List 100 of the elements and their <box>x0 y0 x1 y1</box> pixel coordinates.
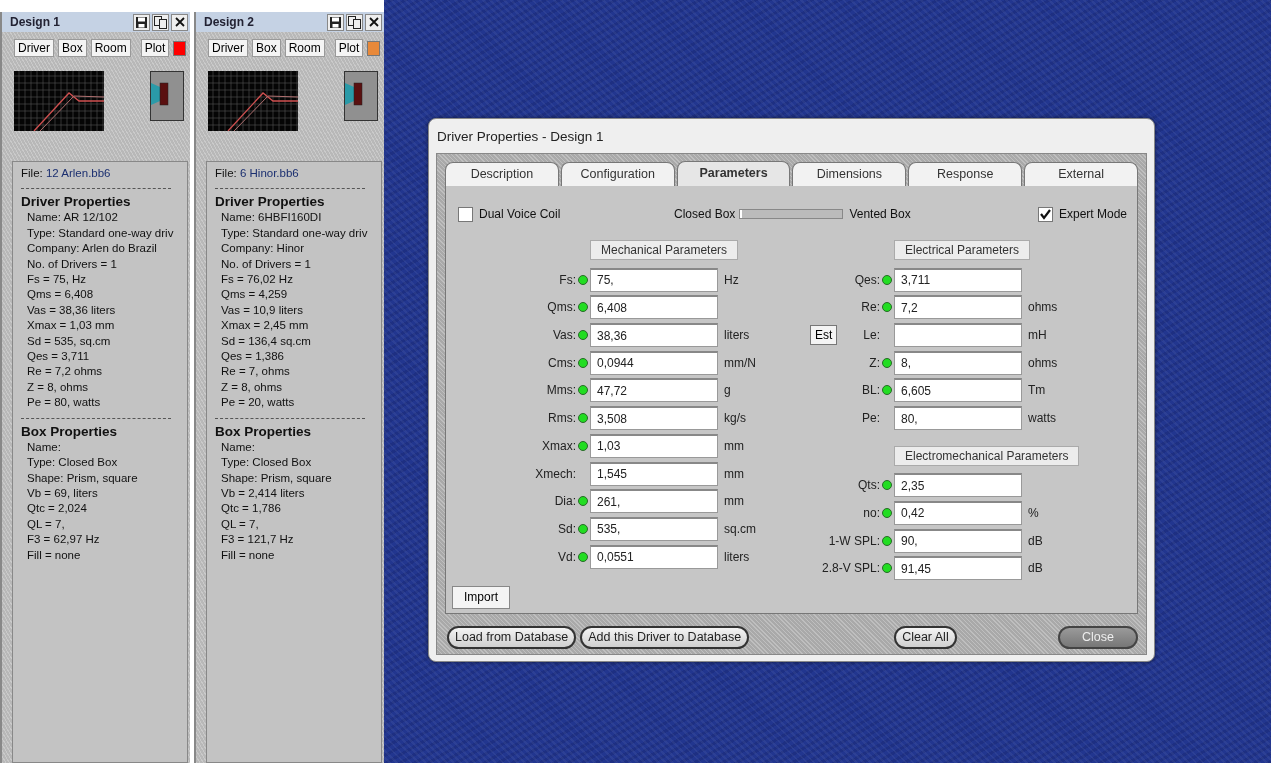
parameter-field[interactable]: 47,72 <box>590 378 718 403</box>
footer-button[interactable]: Load from Database <box>447 625 577 649</box>
footer-button[interactable]: Clear All <box>894 625 957 649</box>
save-button[interactable] <box>327 13 344 31</box>
dialog-title: Driver Properties - Design 1 <box>436 128 605 146</box>
toolbar-button[interactable]: Room <box>90 39 131 57</box>
property-line: Name: <box>220 439 256 455</box>
toolbar-button[interactable]: Box <box>58 39 87 57</box>
property-line: F3 = 121,7 Hz <box>220 532 295 548</box>
parameter-field[interactable]: 8, <box>894 350 1022 375</box>
parameter-field[interactable]: 6,605 <box>894 378 1022 403</box>
property-line: Qes = 3,711 <box>26 349 91 365</box>
section-heading: Driver Properties <box>215 194 326 211</box>
checkbox[interactable] <box>458 206 473 222</box>
parameter-field[interactable]: 91,45 <box>894 556 1022 581</box>
toolbar-button[interactable]: Box <box>252 39 281 57</box>
parameter-field[interactable]: 535, <box>590 516 718 541</box>
parameter-field[interactable]: 1,545 <box>590 461 718 486</box>
parameter-label: Xmech: <box>535 465 576 483</box>
parameter-label: Dia: <box>554 493 576 511</box>
property-line: Vas = 10,9 liters <box>220 302 304 318</box>
panel-title: Design 2 <box>204 14 255 31</box>
property-line: Fs = 75, Hz <box>26 272 88 288</box>
tab[interactable]: Response <box>908 162 1023 186</box>
parameter-field[interactable]: 7,2 <box>894 295 1022 320</box>
unit-label: liters <box>723 548 751 566</box>
checkbox[interactable] <box>1037 206 1053 222</box>
toolbar-button[interactable]: Driver <box>208 39 248 57</box>
parameter-field[interactable]: 80, <box>894 406 1022 431</box>
slider-label: Vented Box <box>849 206 912 223</box>
parameter-label: Xmax: <box>542 437 576 455</box>
parameter-label: Qms: <box>547 299 576 317</box>
parameter-field[interactable]: 90, <box>894 528 1022 553</box>
property-line: Xmax = 1,03 mm <box>26 318 116 334</box>
import-button[interactable]: Import <box>452 586 510 609</box>
tab[interactable]: External <box>1024 162 1138 186</box>
unit-label: watts <box>1027 410 1057 428</box>
property-line: Fill = none <box>220 547 276 563</box>
property-line: Type: Standard one-way driv <box>220 225 369 241</box>
property-line: Xmax = 2,45 mm <box>220 318 310 334</box>
parameter-field[interactable]: 0,42 <box>894 500 1022 525</box>
unit-label: dB <box>1027 560 1044 578</box>
parameter-label: Le: <box>863 327 880 345</box>
close-icon <box>173 16 186 28</box>
plot-color-swatch[interactable] <box>173 40 186 56</box>
property-line: Sd = 136,4 sq.cm <box>220 333 312 349</box>
parameter-field[interactable] <box>894 323 1022 348</box>
box-type-slider[interactable] <box>739 209 844 219</box>
tab[interactable]: Parameters <box>676 161 791 186</box>
property-line: Qtc = 1,786 <box>220 501 282 517</box>
save-button[interactable] <box>133 13 150 31</box>
property-line: Qtc = 2,024 <box>26 501 88 517</box>
parameter-label: Rms: <box>548 410 576 428</box>
two-windows-icon <box>154 15 167 29</box>
parameter-field[interactable]: 1,03 <box>590 433 718 458</box>
parameter-field[interactable]: 6,408 <box>590 295 718 320</box>
parameter-field[interactable]: 2,35 <box>894 473 1022 498</box>
tab[interactable]: Configuration <box>560 162 675 186</box>
close-button[interactable] <box>171 13 188 31</box>
speaker-box-icon <box>150 71 184 121</box>
parameter-label: Qes: <box>854 271 880 289</box>
plot-color-swatch[interactable] <box>367 40 380 56</box>
file-name: 12 Arlen.bb6 <box>45 167 111 179</box>
tab[interactable]: Description <box>445 162 559 186</box>
toolbar-button[interactable]: Plot <box>140 39 170 57</box>
estimate-button[interactable]: Est <box>810 325 838 346</box>
parameter-field[interactable]: 3,508 <box>590 406 718 431</box>
unit-label: sq.cm <box>723 520 757 538</box>
parameter-label: BL: <box>862 382 880 400</box>
tab[interactable]: Dimensions <box>792 162 907 186</box>
property-line: Type: Closed Box <box>26 455 119 471</box>
window-button[interactable] <box>346 13 363 31</box>
section-heading: Driver Properties <box>21 194 132 211</box>
unit-label: ohms <box>1027 354 1059 372</box>
parameter-field[interactable]: 261, <box>590 489 718 514</box>
checkbox-label: Dual Voice Coil <box>479 206 562 223</box>
toolbar-button[interactable]: Plot <box>334 39 364 57</box>
parameter-field[interactable]: 0,0551 <box>590 544 718 569</box>
file-name: 6 Hinor.bb6 <box>239 167 299 179</box>
parameter-label: 2.8-V SPL: <box>821 560 880 578</box>
property-line: Shape: Prism, square <box>26 470 139 486</box>
parameter-field[interactable]: 38,36 <box>590 323 718 348</box>
section-heading: Box Properties <box>215 423 313 440</box>
property-line: Z = 8, ohms <box>220 379 284 395</box>
unit-label: mm/N <box>723 354 757 372</box>
property-line: Pe = 20, watts <box>220 395 296 411</box>
property-line: Type: Standard one-way driv <box>26 225 175 241</box>
window-button[interactable] <box>152 13 169 31</box>
toolbar-button[interactable]: Room <box>284 39 325 57</box>
parameter-field[interactable]: 75, <box>590 267 718 292</box>
property-line: Name: 6HBFI160DI <box>220 210 323 226</box>
close-button[interactable] <box>365 13 382 31</box>
parameter-field[interactable]: 3,711 <box>894 267 1022 292</box>
property-line: QL = 7, <box>220 516 260 532</box>
parameter-field[interactable]: 0,0944 <box>590 350 718 375</box>
property-line: Qms = 6,408 <box>26 287 95 303</box>
toolbar-button[interactable]: Driver <box>14 39 54 57</box>
footer-button[interactable]: Add this Driver to Database <box>580 625 750 649</box>
unit-label: Hz <box>723 271 740 289</box>
section-heading: Mechanical Parameters <box>590 240 739 260</box>
